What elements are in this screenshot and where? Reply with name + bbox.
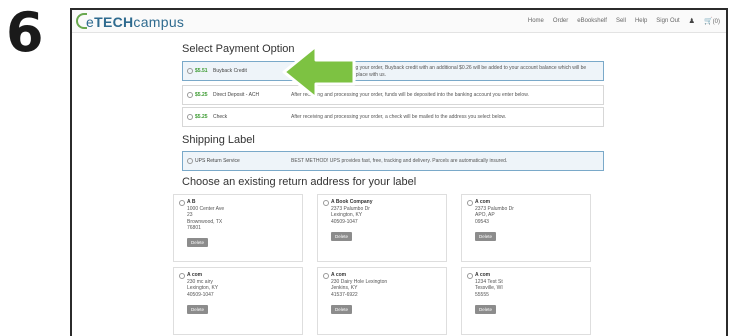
cart-count: (0) <box>712 19 720 25</box>
address-name: A Book Company <box>331 199 373 205</box>
payment-section-title: Select Payment Option <box>182 43 295 55</box>
payment-option-check[interactable]: $5.25 Check After receiving and processi… <box>182 107 604 127</box>
payment-option-buyback-credit[interactable]: $5.51 Buyback Credit After receiving and… <box>182 61 604 81</box>
address-line: 76801 <box>187 225 201 231</box>
nav-help[interactable]: Help <box>635 18 647 24</box>
logo-e: e <box>86 14 95 30</box>
address-card[interactable]: A com 230 mc airy Lexington, KY 40509-1047 … <box>173 267 303 335</box>
cart-link[interactable]: 🛒(0) <box>704 17 720 25</box>
option-label: UPS Return Service <box>195 158 240 164</box>
radio-button[interactable] <box>323 273 329 279</box>
delete-button[interactable]: Delete <box>187 238 209 247</box>
cart-icon: 🛒 <box>703 18 713 25</box>
user-icon[interactable]: ♟ <box>689 17 695 25</box>
address-card[interactable]: A B 1000 Center Ave 23 Brownwood, TX 76801 D… <box>173 194 303 262</box>
address-line: 09543 <box>475 218 489 225</box>
logo-campus: campus <box>133 14 185 30</box>
radio-button[interactable] <box>187 92 193 98</box>
option-description: After receiving and processing your orde… <box>291 114 507 120</box>
address-line: Lexington, KY <box>187 285 219 291</box>
address-line: Tessville, WI <box>475 285 503 291</box>
top-navbar: eTECHcampus Home Order eBookshelf Sell H… <box>72 10 726 33</box>
nav-sign-out[interactable]: Sign Out <box>656 18 679 24</box>
delete-button[interactable]: Delete <box>475 232 497 241</box>
radio-button[interactable] <box>179 200 185 206</box>
etechcampus-logo[interactable]: eTECHcampus <box>76 13 184 30</box>
option-label: Buyback Credit <box>213 68 247 74</box>
delete-button[interactable]: Delete <box>331 305 353 314</box>
shipping-option-ups[interactable]: UPS Return Service BEST METHOD! UPS prov… <box>182 151 604 171</box>
nav-links: Home Order eBookshelf Sell Help Sign Out… <box>528 17 720 25</box>
radio-button[interactable] <box>187 68 193 74</box>
option-amount: $5.25 <box>195 92 208 98</box>
radio-button[interactable] <box>187 114 193 120</box>
address-card[interactable]: A Book Company 2373 Palumbo Dr Lexington, … <box>317 194 447 262</box>
option-label: Direct Deposit - ACH <box>213 92 260 98</box>
nav-sell[interactable]: Sell <box>616 18 626 24</box>
address-card[interactable]: A com 2373 Palumbo Dr APO, AP 09543 Delete <box>461 194 591 262</box>
nav-ebookshelf[interactable]: eBookshelf <box>577 18 607 24</box>
address-line: 41537-6922 <box>331 291 358 298</box>
option-amount: $5.51 <box>195 68 208 74</box>
radio-button[interactable] <box>467 273 473 279</box>
address-line: 55555 <box>475 291 489 298</box>
option-description: BEST METHOD! UPS provides fast, free, tr… <box>291 158 508 164</box>
radio-button[interactable] <box>323 200 329 206</box>
radio-button[interactable] <box>187 158 193 164</box>
address-line: 40509-1047 <box>187 291 214 298</box>
browser-screenshot: eTECHcampus Home Order eBookshelf Sell H… <box>70 8 728 336</box>
delete-button[interactable]: Delete <box>187 305 209 314</box>
nav-order[interactable]: Order <box>553 18 568 24</box>
option-label: Check <box>213 114 228 120</box>
green-arrow-annotation <box>282 44 356 100</box>
payment-option-direct-deposit[interactable]: $5.25 Direct Deposit - ACH After receivi… <box>182 85 604 105</box>
step-number: 6 <box>6 1 44 64</box>
radio-button[interactable] <box>467 200 473 206</box>
nav-home[interactable]: Home <box>528 18 544 24</box>
radio-button[interactable] <box>179 273 185 279</box>
option-amount: $5.25 <box>195 114 208 120</box>
address-section-title: Choose an existing return address for yo… <box>182 176 417 188</box>
delete-button[interactable]: Delete <box>475 305 497 314</box>
delete-button[interactable]: Delete <box>331 232 353 241</box>
address-card[interactable]: A com 230 Dairy Hole Lexington Jenkins, KY… <box>317 267 447 335</box>
address-card[interactable]: A com 1234 Test St Tessville, WI 55555 Dele… <box>461 267 591 335</box>
shipping-section-title: Shipping Label <box>182 134 255 146</box>
address-line: 40509-1047 <box>331 218 358 225</box>
logo-tech: TECH <box>94 14 134 30</box>
